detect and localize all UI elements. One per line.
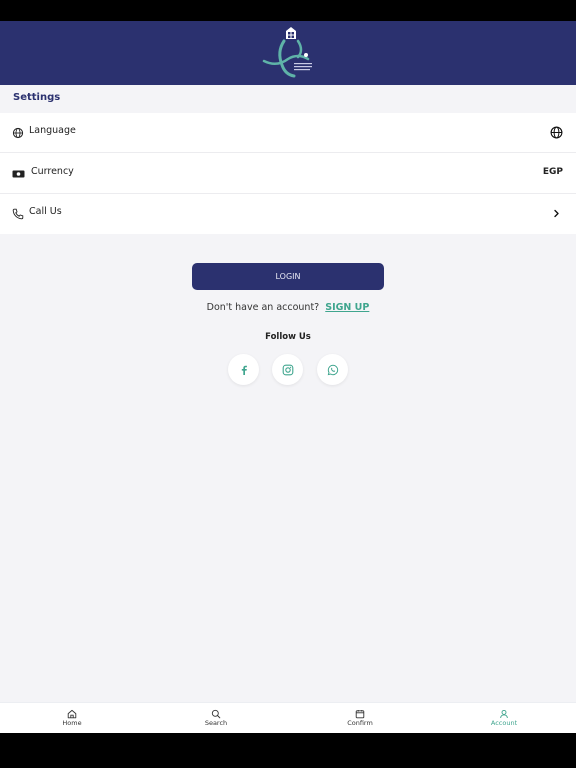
follow-us-title: Follow Us [265, 332, 311, 342]
signup-link[interactable]: SIGN UP [325, 302, 369, 313]
signup-prompt: Don't have an account? SIGN UP [0, 302, 576, 313]
tab-account-label: Account [490, 719, 518, 727]
no-account-text: Don't have an account? [206, 302, 320, 313]
settings-section-header: Settings [0, 85, 576, 113]
tab-confirm[interactable]: Confirm [288, 703, 432, 733]
bottom-tab-bar: Home Search Confirm Account [0, 702, 576, 733]
app-screen: Settings Language Currency EGP Call Us L… [0, 21, 576, 733]
phone-icon [12, 208, 24, 220]
globe-icon [12, 127, 24, 139]
language-label: Language [29, 125, 76, 136]
login-button[interactable]: LOGIN [192, 263, 384, 290]
chevron-right-icon [554, 209, 559, 218]
settings-row-call-us[interactable]: Call Us [0, 194, 576, 234]
instagram-button[interactable] [272, 354, 303, 385]
home-icon [67, 709, 77, 719]
tab-confirm-label: Confirm [347, 719, 373, 727]
calendar-icon [355, 710, 365, 719]
settings-row-currency[interactable]: Currency EGP [0, 154, 576, 194]
instagram-icon [282, 364, 293, 375]
app-header [0, 21, 576, 85]
app-logo [262, 27, 312, 78]
currency-label: Currency [31, 166, 74, 177]
settings-title: Settings [13, 92, 61, 103]
tab-search-label: Search [204, 719, 228, 727]
tab-home-label: Home [62, 719, 82, 727]
device-frame: Settings Language Currency EGP Call Us L… [0, 0, 576, 768]
whatsapp-button[interactable] [317, 354, 348, 385]
tab-account[interactable]: Account [432, 703, 576, 733]
globe-icon[interactable] [550, 126, 563, 139]
facebook-button[interactable] [228, 354, 259, 385]
money-icon [12, 170, 25, 178]
settings-list: Language Currency EGP Call Us [0, 113, 576, 234]
tab-home[interactable]: Home [0, 703, 144, 733]
facebook-icon [241, 365, 247, 375]
currency-value: EGP [542, 167, 563, 177]
user-icon [500, 709, 508, 719]
whatsapp-icon [327, 364, 338, 375]
tab-search[interactable]: Search [144, 703, 288, 733]
call-us-label: Call Us [29, 206, 62, 217]
settings-row-language[interactable]: Language [0, 113, 576, 153]
search-icon [211, 709, 221, 719]
